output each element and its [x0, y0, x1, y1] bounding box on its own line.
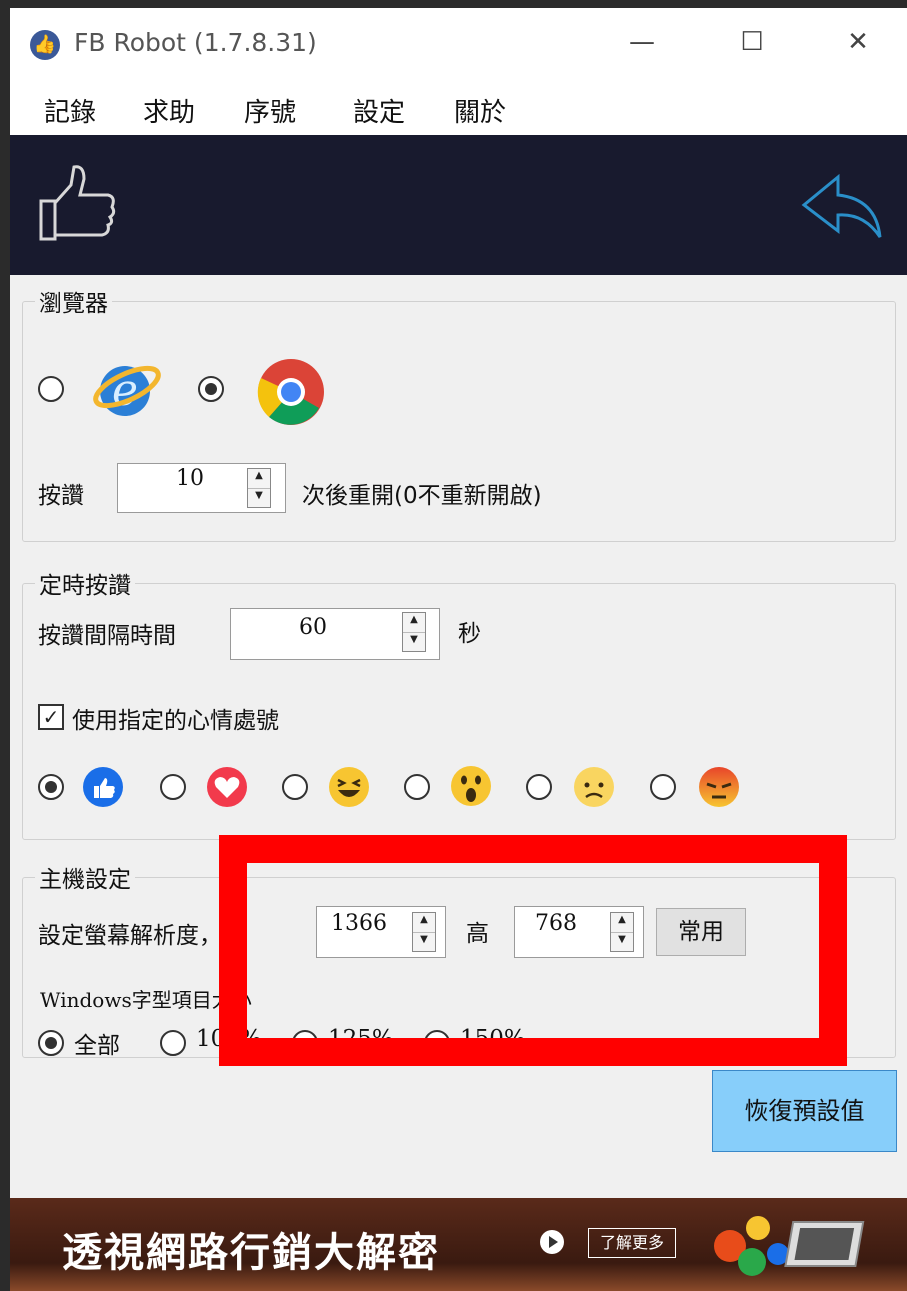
thumbs-up-icon[interactable] [38, 163, 118, 243]
window-title: FB Robot (1.7.8.31) [74, 28, 317, 57]
font-size-all-radio[interactable] [38, 1030, 64, 1056]
restart-suffix-label: 次後重開(0不重新開啟) [302, 483, 542, 509]
ad-graphic-icon [714, 1216, 865, 1276]
font-size-all-label: 全部 [74, 1033, 120, 1059]
menu-item-log[interactable]: 記錄 [44, 92, 96, 129]
menu-item-about[interactable]: 關於 [454, 92, 506, 129]
title-bar: 👍 FB Robot (1.7.8.31) — ☐ ✕ [10, 8, 907, 80]
interval-label: 按讚間隔時間 [38, 623, 176, 649]
app-window: 👍 FB Robot (1.7.8.31) — ☐ ✕ 記錄 求助 序號 設定 … [10, 8, 907, 1291]
menu-item-serial[interactable]: 序號 [244, 92, 296, 129]
menu-item-help[interactable]: 求助 [143, 92, 195, 129]
browser-group-title: 瀏覽器 [39, 291, 108, 317]
restart-count-spinner[interactable]: ▲ ▼ [247, 468, 271, 508]
maximize-button[interactable]: ☐ [722, 18, 782, 66]
emotion-wow-radio[interactable] [404, 774, 430, 800]
angry-icon [699, 767, 739, 807]
emotion-love-radio[interactable] [160, 774, 186, 800]
emotion-like-radio[interactable] [38, 774, 64, 800]
interval-spinner[interactable]: ▲ ▼ [402, 612, 426, 652]
wow-icon [451, 766, 491, 806]
browser-ie-radio[interactable] [38, 376, 64, 402]
timer-group-title: 定時按讚 [39, 573, 131, 599]
love-icon [207, 767, 247, 807]
minimize-button[interactable]: — [612, 18, 672, 66]
back-arrow-icon[interactable] [800, 171, 884, 243]
menu-bar: 記錄 求助 序號 設定 關於 [10, 80, 907, 136]
resolution-label: 設定螢幕解析度，寬 [38, 923, 245, 949]
emotion-sad-radio[interactable] [526, 774, 552, 800]
header-banner [10, 135, 907, 275]
interval-unit-label: 秒 [458, 621, 481, 647]
host-group-title: 主機設定 [39, 867, 131, 893]
app-thumbs-up-icon: 👍 [30, 30, 60, 60]
chrome-icon [257, 359, 324, 425]
ad-learn-more-button[interactable]: 了解更多 [588, 1228, 676, 1258]
highlight-box [219, 835, 847, 1066]
sad-icon [574, 767, 614, 807]
font-size-100-radio[interactable] [160, 1030, 186, 1056]
emotion-haha-radio[interactable] [282, 774, 308, 800]
use-emotion-label: 使用指定的心情處號 [72, 708, 279, 734]
like-icon [83, 767, 123, 807]
browser-chrome-radio[interactable] [198, 376, 224, 402]
restart-prefix-label: 按讚 [38, 483, 84, 509]
ad-text: 透視網路行銷大解密 [62, 1230, 440, 1276]
emotion-angry-radio[interactable] [650, 774, 676, 800]
internet-explorer-icon: e [93, 365, 161, 416]
play-icon[interactable] [540, 1230, 564, 1254]
restore-defaults-button[interactable]: 恢復預設值 [712, 1070, 897, 1152]
close-button[interactable]: ✕ [828, 18, 888, 66]
use-emotion-checkbox[interactable]: ✓ [38, 704, 64, 730]
menu-item-settings[interactable]: 設定 [353, 92, 405, 129]
ad-banner[interactable]: 透視網路行銷大解密 了解更多 [10, 1198, 907, 1291]
haha-icon [329, 767, 369, 807]
